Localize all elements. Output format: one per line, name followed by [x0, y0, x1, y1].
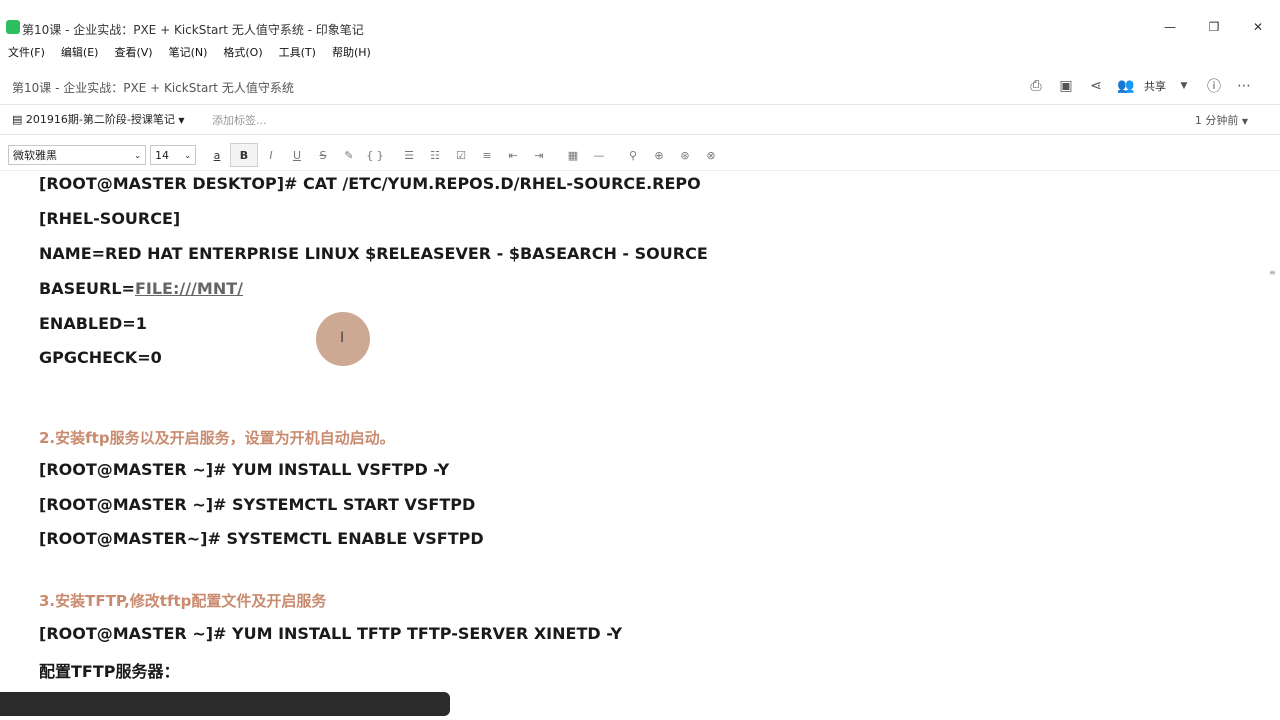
attachment-icon[interactable]: ⊕ — [646, 144, 672, 166]
note-body[interactable]: [ROOT@MASTER DESKTOP]# CAT /ETC/YUM.REPO… — [0, 172, 1260, 686]
more-icon[interactable]: ⋯ — [1232, 74, 1256, 98]
taskbar-strip — [0, 692, 450, 716]
tag-input[interactable] — [210, 110, 334, 130]
restore-button[interactable]: ❐ — [1192, 16, 1236, 38]
number-list-icon[interactable]: ☷ — [422, 144, 448, 166]
window-controls: — ❐ ✕ — [1148, 16, 1280, 38]
share-button[interactable]: 共享 — [1144, 78, 1166, 94]
align-icon[interactable]: ≡ — [474, 144, 500, 166]
outdent-icon[interactable]: ⇤ — [500, 144, 526, 166]
section-heading: 3.安装TFTP,修改tftp配置文件及开启服务 — [39, 592, 327, 610]
record-icon[interactable]: ⊛ — [672, 144, 698, 166]
chevron-down-icon: ⌄ — [184, 150, 191, 160]
font-size-select[interactable]: 14 ⌄ — [150, 145, 196, 165]
share-icon[interactable]: ⋖ — [1084, 74, 1108, 98]
strikethrough-icon[interactable]: S — [310, 144, 336, 166]
menu-file[interactable]: 文件(F) — [0, 44, 53, 60]
note-title[interactable]: 第10课 - 企业实战：PXE + KickStart 无人值守系统 — [12, 79, 294, 96]
title-bar: 第10课 - 企业实战：PXE + KickStart 无人值守系统 - 印象笔… — [0, 0, 1280, 40]
chevron-down-icon: ⌄ — [134, 150, 141, 160]
code-icon[interactable]: { } — [362, 144, 388, 166]
underline-icon[interactable]: U — [284, 144, 310, 166]
italic-icon[interactable]: I — [258, 144, 284, 166]
note-header: 第10课 - 企业实战：PXE + KickStart 无人值守系统 ⎙ ▣ ⋖… — [0, 70, 1280, 105]
chevron-down-icon[interactable]: ▼ — [1172, 74, 1196, 98]
bold-icon[interactable]: B — [230, 143, 258, 167]
chevron-down-icon: ▼ — [178, 116, 185, 125]
highlight-icon[interactable]: ✎ — [336, 144, 362, 166]
indent-icon[interactable]: ⇥ — [526, 144, 552, 166]
divider-icon[interactable]: — — [586, 144, 612, 166]
present-icon[interactable]: ▣ — [1054, 74, 1078, 98]
taskbar — [0, 686, 1280, 720]
close-button[interactable]: ✕ — [1236, 16, 1280, 38]
chevron-down-icon: ▼ — [1241, 117, 1248, 126]
baseurl-line: BASEURL=FILE:///MNT/ — [39, 279, 243, 298]
text-cursor-icon: I — [340, 330, 345, 346]
checkbox-icon[interactable]: ☑ — [448, 144, 474, 166]
notebook-icon: ▤ — [12, 113, 23, 126]
user-group-icon[interactable]: 👥 — [1114, 74, 1138, 98]
text-line: ENABLED=1 — [39, 314, 147, 333]
evernote-app-icon — [6, 20, 20, 34]
table-icon[interactable]: ▦ — [560, 144, 586, 166]
font-color-icon[interactable]: a — [204, 144, 230, 166]
baseurl-label: BASEURL= — [39, 279, 135, 298]
text-line: NAME=RED HAT ENTERPRISE LINUX $RELEASEVE… — [39, 244, 708, 263]
link-icon[interactable]: ⚲ — [620, 144, 646, 166]
last-edited-label: 1 分钟前 — [1194, 114, 1239, 127]
text-line: [RHEL-SOURCE] — [39, 209, 181, 228]
minimize-button[interactable]: — — [1148, 16, 1192, 38]
menu-view[interactable]: 查看(V) — [106, 44, 160, 60]
window-title: 第10课 - 企业实战：PXE + KickStart 无人值守系统 - 印象笔… — [22, 23, 364, 37]
vertical-scrollbar[interactable]: ≡ — [1266, 172, 1280, 686]
font-size-value: 14 — [155, 148, 169, 162]
last-edited[interactable]: 1 分钟前 ▼ — [1195, 112, 1248, 128]
info-icon[interactable]: ⓘ — [1202, 74, 1226, 98]
text-line: [ROOT@MASTER ~]# SYSTEMCTL START VSFTPD — [39, 495, 476, 514]
notebook-name: 201916期-第二阶段-授课笔记 — [25, 113, 175, 126]
menu-edit[interactable]: 编辑(E) — [53, 44, 107, 60]
text-line: 配置TFTP服务器： — [39, 662, 180, 681]
menu-format[interactable]: 格式(O) — [215, 44, 270, 60]
menu-tools[interactable]: 工具(T) — [271, 44, 324, 60]
text-line: [ROOT@MASTER~]# SYSTEMCTL ENABLE VSFTPD — [39, 529, 484, 548]
menu-help[interactable]: 帮助(H) — [324, 44, 379, 60]
printer-icon[interactable]: ⎙ — [1024, 74, 1048, 98]
menu-note[interactable]: 笔记(N) — [161, 44, 216, 60]
text-line: [ROOT@MASTER ~]# YUM INSTALL VSFTPD -Y — [39, 460, 450, 479]
text-line: GPGCHECK=0 — [39, 348, 162, 367]
bullet-list-icon[interactable]: ☰ — [396, 144, 422, 166]
clear-format-icon[interactable]: ⊗ — [698, 144, 724, 166]
font-family-select[interactable]: 微软雅黑 ⌄ — [8, 145, 146, 165]
scroll-grip-icon[interactable]: ≡ — [1269, 268, 1277, 284]
text-line: [ROOT@MASTER ~]# YUM INSTALL TFTP TFTP-S… — [39, 624, 623, 643]
text-line: [ROOT@MASTER DESKTOP]# CAT /ETC/YUM.REPO… — [39, 174, 701, 193]
note-meta-row: ▤ 201916期-第二阶段-授课笔记 ▼ 1 分钟前 ▼ — [0, 104, 1280, 135]
file-link[interactable]: FILE:///MNT/ — [135, 279, 243, 298]
format-toolbar: 微软雅黑 ⌄ 14 ⌄ a B I U S ✎ { } ☰ ☷ ☑ ≡ ⇤ ⇥ … — [0, 140, 1280, 171]
font-family-value: 微软雅黑 — [13, 149, 57, 162]
menu-bar: 文件(F) 编辑(E) 查看(V) 笔记(N) 格式(O) 工具(T) 帮助(H… — [0, 40, 1280, 64]
notebook-selector[interactable]: ▤ 201916期-第二阶段-授课笔记 ▼ — [12, 111, 185, 127]
note-actions: ⎙ ▣ ⋖ 👥 共享 ▼ ⓘ ⋯ — [1024, 74, 1256, 98]
section-heading: 2.安装ftp服务以及开启服务，设置为开机自动启动。 — [39, 429, 395, 447]
